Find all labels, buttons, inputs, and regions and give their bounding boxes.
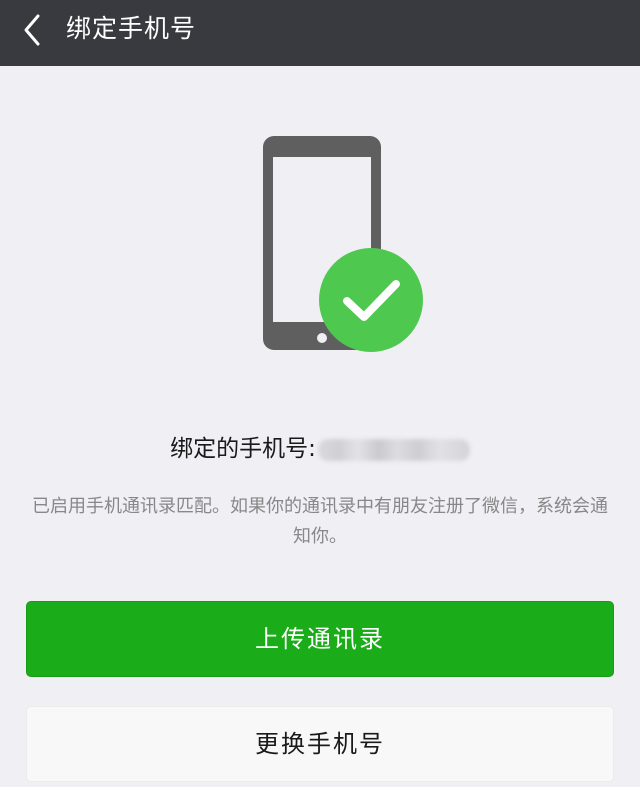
change-phone-button[interactable]: 更换手机号 (26, 706, 614, 782)
bound-number-label: 绑定的手机号: (170, 436, 316, 462)
page-title: 绑定手机号 (66, 14, 197, 43)
upload-contacts-button[interactable]: 上传通讯录 (26, 601, 614, 677)
back-button[interactable] (14, 10, 54, 50)
chevron-left-icon (24, 14, 40, 46)
masked-phone-number (317, 438, 470, 461)
bound-number-row: 绑定的手机号: (0, 429, 640, 463)
title-bar: 绑定手机号 (0, 0, 640, 66)
contact-match-description: 已启用手机通讯录匹配。如果你的通讯录中有朋友注册了微信，系统会通知你。 (32, 496, 608, 547)
check-circle-icon (319, 248, 423, 352)
bound-illustration (258, 130, 428, 356)
